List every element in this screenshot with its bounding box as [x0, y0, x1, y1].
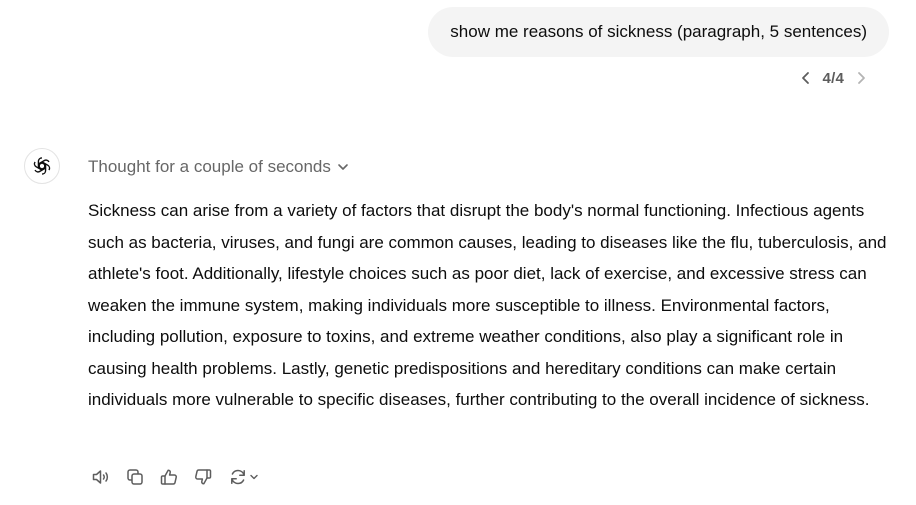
user-message-text: show me reasons of sickness (paragraph, …	[450, 22, 867, 41]
regenerate-button[interactable]	[224, 464, 262, 490]
read-aloud-button[interactable]	[88, 464, 114, 490]
assistant-response-text: Sickness can arise from a variety of fac…	[88, 201, 887, 409]
chatgpt-logo-icon	[32, 157, 52, 175]
thought-label: Thought for a couple of seconds	[88, 157, 331, 176]
chevron-left-icon	[801, 72, 809, 84]
bad-response-button[interactable]	[190, 464, 216, 490]
pager-count: 4/4	[822, 69, 844, 87]
response-action-bar	[88, 464, 262, 490]
assistant-avatar	[24, 148, 60, 184]
chevron-down-icon	[338, 164, 348, 170]
chevron-right-icon	[858, 72, 865, 84]
regenerate-icon	[230, 469, 245, 485]
user-message-bubble: show me reasons of sickness (paragraph, …	[428, 7, 889, 57]
next-response-button[interactable]	[852, 66, 870, 90]
thumbs-up-icon	[160, 469, 178, 485]
response-pager: 4/4	[797, 66, 870, 90]
good-response-button[interactable]	[156, 464, 182, 490]
copy-icon	[127, 469, 143, 485]
thought-toggle[interactable]: Thought for a couple of seconds	[88, 155, 349, 179]
previous-response-button[interactable]	[797, 66, 815, 90]
speaker-icon	[92, 470, 109, 484]
thumbs-down-icon	[194, 469, 212, 485]
chevron-down-icon	[249, 474, 258, 480]
copy-button[interactable]	[122, 464, 148, 490]
